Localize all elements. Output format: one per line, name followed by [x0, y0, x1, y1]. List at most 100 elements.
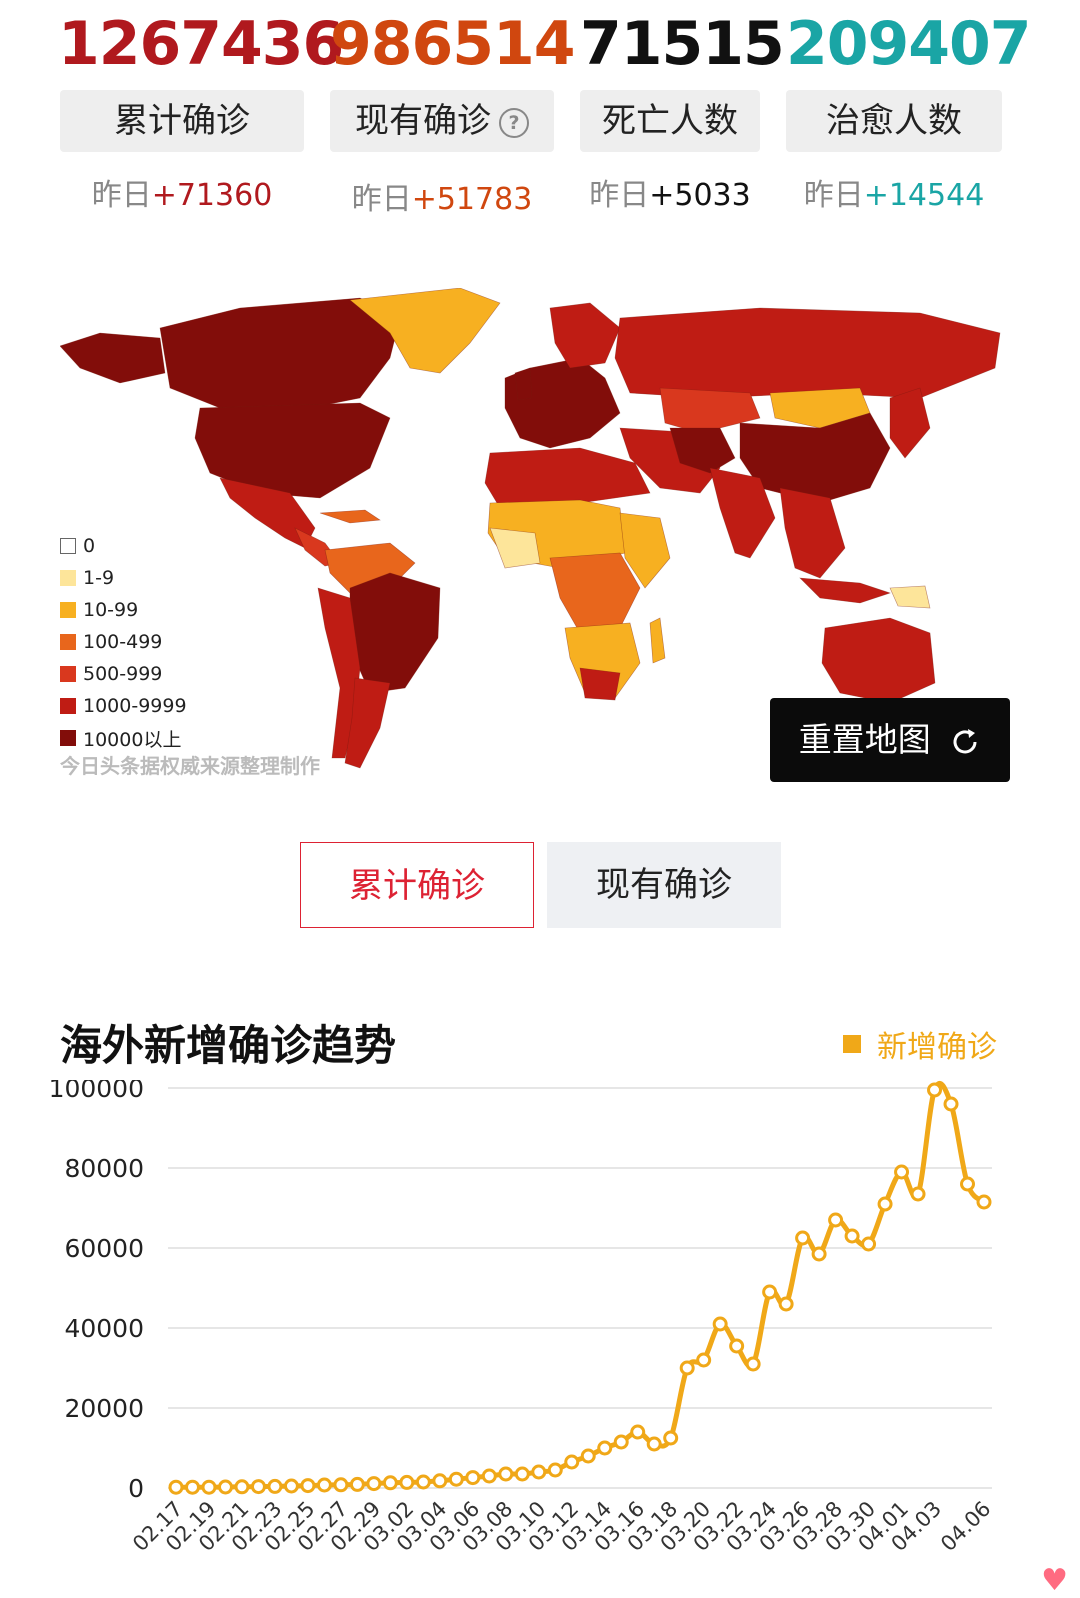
data-point [531, 1464, 547, 1480]
toggle-cumulative-button[interactable]: 累计确诊 [300, 842, 534, 928]
data-point [597, 1440, 613, 1456]
yesterday-value: +71360 [151, 178, 273, 213]
legend-label: 1000-9999 [83, 695, 187, 717]
legend-label: 10000以上 [83, 728, 182, 751]
data-point [894, 1164, 910, 1180]
data-point [762, 1284, 778, 1300]
map-region-russia [614, 307, 1001, 399]
chart-legend[interactable]: 新增确诊 [843, 1022, 997, 1066]
y-tick-label: 20000 [64, 1394, 144, 1423]
stat-label-text: 治愈人数 [826, 101, 962, 141]
data-point [877, 1196, 893, 1212]
question-circle-icon[interactable]: ? [499, 107, 529, 138]
data-point [861, 1236, 877, 1252]
data-point [415, 1474, 431, 1490]
yesterday-prefix: 昨日 [351, 182, 412, 217]
stat-recovered-yesterday: 昨日+14544 [786, 170, 1002, 214]
data-point [217, 1479, 233, 1495]
data-point [663, 1430, 679, 1446]
stats-header: 1267436 986514 71515 209407 累计确诊 现有确诊? 死… [0, 0, 1080, 230]
data-point [366, 1476, 382, 1492]
legend-item: 500-999 [60, 658, 187, 690]
data-point [844, 1228, 860, 1244]
map-region-caribbean [319, 509, 381, 524]
reset-map-button[interactable]: 重置地图 [770, 698, 1010, 782]
map-region-north-africa [484, 447, 651, 509]
yesterday-prefix: 昨日 [589, 178, 650, 213]
map-region-uk [514, 367, 533, 401]
data-point [580, 1448, 596, 1464]
data-point [712, 1316, 728, 1332]
map-region-indonesia [799, 577, 891, 604]
legend-swatch [60, 698, 76, 714]
legend-label: 500-999 [83, 663, 163, 685]
data-point [168, 1479, 184, 1495]
stat-confirmed-yesterday: 昨日+71360 [60, 170, 304, 214]
data-point [267, 1478, 283, 1494]
stat-current-yesterday: 昨日+51783 [330, 174, 554, 218]
data-point [333, 1477, 349, 1493]
legend-item: 0 [60, 530, 187, 562]
data-point [630, 1424, 646, 1440]
data-point [498, 1466, 514, 1482]
yesterday-value: +5033 [649, 178, 751, 213]
stat-label-text: 累计确诊 [114, 101, 250, 141]
trend-line-chart[interactable]: 02000040000600008000010000002.1702.1902.… [0, 1080, 1080, 1598]
data-point [547, 1462, 563, 1478]
data-point [910, 1186, 926, 1202]
data-point [696, 1352, 712, 1368]
data-point [316, 1477, 332, 1493]
stat-recovered-number: 209407 [786, 9, 1032, 79]
stat-deaths-label[interactable]: 死亡人数 [580, 90, 760, 152]
stat-recovered-label[interactable]: 治愈人数 [786, 90, 1002, 152]
legend-label: 10-99 [83, 599, 139, 621]
yesterday-value: +14544 [863, 178, 985, 213]
heart-icon[interactable]: ♥ [1041, 1563, 1068, 1598]
reset-map-label: 重置地图 [798, 720, 931, 759]
data-point [564, 1454, 580, 1470]
stat-deaths-number: 71515 [580, 9, 785, 79]
data-point [795, 1230, 811, 1246]
stat-label-text: 现有确诊 [355, 101, 491, 141]
legend-swatch [60, 602, 76, 618]
map-region-japan-korea [889, 387, 931, 459]
data-point [613, 1434, 629, 1450]
data-point [349, 1476, 365, 1492]
data-point [811, 1246, 827, 1262]
legend-item: 10-99 [60, 594, 187, 626]
map-region-canada [159, 297, 401, 409]
map-region-brazil [349, 572, 441, 694]
legend-label: 100-499 [83, 631, 163, 653]
stat-current-label[interactable]: 现有确诊? [330, 90, 554, 152]
legend-item: 100-499 [60, 626, 187, 658]
map-region-west-africa [489, 527, 541, 569]
map-region-south-africa [579, 667, 621, 701]
data-point [778, 1296, 794, 1312]
stat-confirmed-number: 1267436 [58, 9, 344, 79]
legend-item: 1000-9999 [60, 690, 187, 722]
stat-confirmed-label[interactable]: 累计确诊 [60, 90, 304, 152]
map-region-australia [821, 617, 936, 704]
yesterday-prefix: 昨日 [91, 178, 152, 213]
legend-item: 1-9 [60, 562, 187, 594]
data-point [184, 1479, 200, 1495]
stat-label-text: 死亡人数 [602, 101, 738, 141]
legend-swatch [60, 538, 76, 554]
legend-swatch [60, 666, 76, 682]
map-region-alaska [59, 332, 166, 384]
legend-swatch [60, 634, 76, 650]
legend-square-icon [843, 1035, 861, 1053]
legend-label: 0 [83, 535, 96, 557]
y-tick-label: 80000 [64, 1154, 144, 1183]
legend-swatch [60, 570, 76, 586]
yesterday-prefix: 昨日 [803, 178, 864, 213]
data-point [399, 1474, 415, 1490]
data-point [514, 1466, 530, 1482]
data-point [250, 1479, 266, 1495]
toggle-current-button[interactable]: 现有确诊 [547, 842, 781, 928]
data-point [745, 1356, 761, 1372]
chart-title: 海外新增确诊趋势 [60, 1021, 397, 1070]
map-region-southeast-asia [779, 487, 846, 579]
stat-deaths-yesterday: 昨日+5033 [580, 170, 760, 214]
y-tick-label: 40000 [64, 1314, 144, 1343]
